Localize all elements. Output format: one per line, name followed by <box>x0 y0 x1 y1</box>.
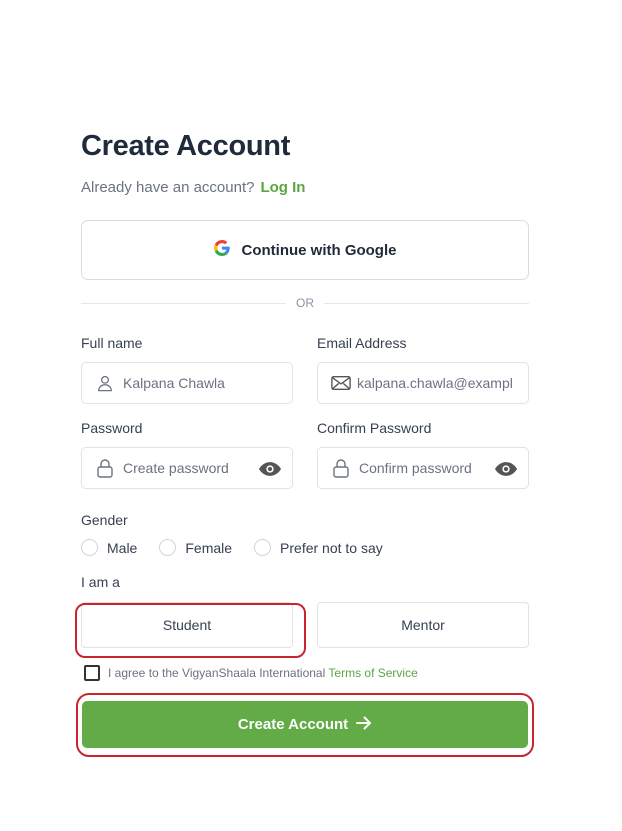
google-g-icon <box>213 239 230 261</box>
divider-line-right <box>324 302 529 304</box>
role-label: I am a <box>81 574 120 590</box>
google-signin-button[interactable]: Continue with Google <box>81 220 529 280</box>
confirm-password-label: Confirm Password <box>317 420 432 436</box>
email-value: kalpana.chawla@exampl <box>357 375 513 391</box>
full-name-label: Full name <box>81 335 143 351</box>
login-link[interactable]: Log In <box>260 179 305 196</box>
divider-text: OR <box>296 296 314 310</box>
gender-option-label: Female <box>185 539 233 556</box>
gender-option-male[interactable]: Male <box>81 539 137 556</box>
lock-icon <box>95 458 115 478</box>
terms-agreement: I agree to the VigyanShaala Internationa… <box>84 665 418 681</box>
confirm-password-placeholder: Confirm password <box>359 460 472 476</box>
radio-circle[interactable] <box>81 539 98 556</box>
page-title: Create Account <box>81 130 291 162</box>
eye-icon[interactable] <box>259 459 281 479</box>
password-placeholder: Create password <box>123 460 229 476</box>
gender-option-female[interactable]: Female <box>159 539 232 556</box>
terms-prefix: I agree to the VigyanShaala Internationa… <box>108 666 326 680</box>
terms-checkbox[interactable] <box>84 665 100 681</box>
gender-label: Gender <box>81 512 128 528</box>
password-field[interactable]: Create password <box>81 447 293 489</box>
email-field[interactable]: kalpana.chawla@exampl <box>317 362 529 404</box>
divider-line-left <box>81 302 286 304</box>
or-divider: OR <box>81 295 529 311</box>
eye-icon[interactable] <box>495 459 517 479</box>
create-account-button[interactable]: Create Account <box>82 701 528 748</box>
gender-option-label: Male <box>107 539 138 556</box>
radio-circle[interactable] <box>254 539 272 556</box>
mail-icon <box>331 373 351 393</box>
password-label: Password <box>81 420 143 436</box>
role-student-button[interactable]: Student <box>81 602 293 648</box>
terms-of-service-link[interactable]: Terms of Service <box>328 666 417 680</box>
google-signin-label: Continue with Google <box>241 241 397 259</box>
create-account-label: Create Account <box>237 716 349 733</box>
role-mentor-button[interactable]: Mentor <box>317 602 529 648</box>
full-name-field[interactable]: Kalpana Chawla <box>81 362 293 404</box>
radio-circle[interactable] <box>159 539 177 556</box>
gender-option-label: Prefer not to say <box>280 539 383 556</box>
terms-text: I agree to the VigyanShaala Internationa… <box>108 666 418 680</box>
gender-option-prefer-not[interactable]: Prefer not to say <box>254 539 383 556</box>
arrow-right-icon <box>356 716 372 734</box>
confirm-password-field[interactable]: Confirm password <box>317 447 529 489</box>
gender-radio-group: Male Female Prefer not to say <box>81 539 405 556</box>
full-name-value: Kalpana Chawla <box>123 375 225 391</box>
login-prompt-text: Already have an account? <box>81 179 255 196</box>
lock-icon <box>331 458 351 478</box>
login-prompt: Already have an account? Log In <box>81 179 305 196</box>
email-label: Email Address <box>317 335 407 351</box>
user-icon <box>95 373 115 393</box>
